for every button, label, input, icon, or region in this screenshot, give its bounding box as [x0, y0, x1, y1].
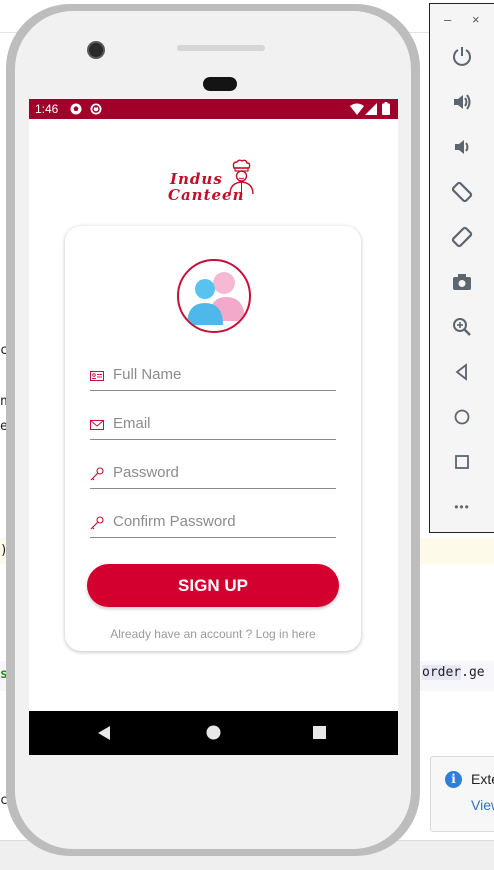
- rotate-right-icon: [451, 226, 473, 248]
- rotate-right-button[interactable]: [430, 219, 494, 255]
- phone-speaker: [203, 77, 237, 91]
- login-link[interactable]: Already have an account ? Log in here: [65, 627, 361, 641]
- nav-back-icon[interactable]: [97, 725, 111, 741]
- nav-home-icon[interactable]: [206, 725, 221, 740]
- screenshot-button[interactable]: [430, 264, 494, 300]
- minimize-button[interactable]: –: [444, 12, 451, 27]
- soccer-ball-icon: [70, 103, 82, 115]
- power-icon: [453, 47, 471, 66]
- emulator-control-panel: – × •••: [429, 3, 494, 533]
- overview-icon: [455, 455, 469, 469]
- home-icon: [454, 409, 470, 425]
- back-icon: [455, 363, 467, 381]
- rotate-left-button[interactable]: [430, 174, 494, 210]
- battery-icon: [382, 102, 390, 115]
- wifi-icon: [350, 103, 364, 115]
- power-button[interactable]: [430, 38, 494, 74]
- envelope-icon: [90, 420, 104, 430]
- front-camera: [87, 41, 105, 59]
- ide-code-line: order.ge: [422, 665, 485, 680]
- signup-card: Full Name Email Password Confirm Passwor…: [65, 226, 361, 651]
- volume-down-button[interactable]: [430, 129, 494, 165]
- ide-code-rest: .ge: [461, 665, 485, 680]
- user-avatar-icon: [187, 272, 245, 325]
- camera-icon: [453, 274, 471, 290]
- sign-up-button[interactable]: SIGN UP: [87, 564, 339, 607]
- device-screen: 1:46 Indus Canteen Full Name Email Passw…: [29, 99, 398, 755]
- confirm-password-field[interactable]: Confirm Password: [90, 511, 336, 538]
- zoom-button[interactable]: [430, 309, 494, 345]
- profile-avatar[interactable]: [177, 259, 251, 333]
- volume-up-button[interactable]: [430, 84, 494, 120]
- close-button[interactable]: ×: [472, 12, 480, 27]
- overview-button[interactable]: [430, 444, 494, 480]
- volume-up-icon: [454, 94, 471, 110]
- password-placeholder: Password: [113, 464, 179, 481]
- rotate-left-icon: [451, 181, 473, 203]
- sync-circle-icon: [90, 103, 102, 115]
- notification-balloon[interactable]: i Exte View: [430, 756, 494, 832]
- back-button[interactable]: [430, 354, 494, 390]
- email-placeholder: Email: [113, 415, 151, 432]
- email-field[interactable]: Email: [90, 413, 336, 440]
- key-icon: [90, 516, 104, 530]
- nav-overview-icon[interactable]: [313, 726, 326, 739]
- signal-icon: [365, 103, 377, 115]
- chef-icon: [229, 159, 254, 195]
- id-card-icon: [90, 371, 104, 381]
- notification-title: Exte: [471, 771, 494, 787]
- volume-down-icon: [455, 140, 469, 154]
- app-logo: Indus Canteen: [168, 159, 260, 207]
- navigation-bar: [29, 711, 398, 755]
- key-icon: [90, 467, 104, 481]
- status-bar: 1:46: [29, 99, 398, 119]
- more-button[interactable]: •••: [430, 489, 494, 525]
- ide-code-highlight: order: [422, 665, 462, 680]
- confirm-password-placeholder: Confirm Password: [113, 513, 236, 530]
- status-time: 1:46: [35, 102, 59, 116]
- zoom-icon: [453, 318, 471, 336]
- password-field[interactable]: Password: [90, 462, 336, 489]
- phone-top-slot: [177, 45, 265, 51]
- home-button[interactable]: [430, 399, 494, 435]
- info-icon: i: [445, 771, 462, 788]
- full-name-placeholder: Full Name: [113, 366, 182, 383]
- full-name-field[interactable]: Full Name: [90, 364, 336, 391]
- notification-link[interactable]: View: [471, 797, 494, 813]
